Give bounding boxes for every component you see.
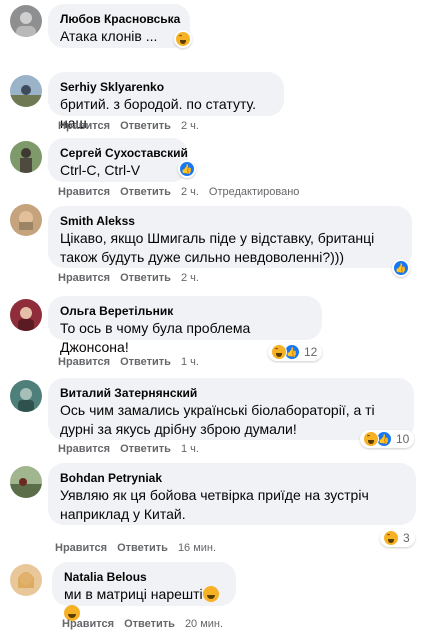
- comment-author[interactable]: Smith Alekss: [60, 213, 400, 229]
- comment-actions: Нравится Ответить 2 ч.: [58, 119, 209, 133]
- like-link[interactable]: Нравится: [58, 355, 110, 369]
- comment-actions: Нравится Ответить 2 ч.: [58, 271, 209, 285]
- comment-bubble: Serhiy Sklyarenko бритий. з бородой. по …: [48, 72, 284, 131]
- timestamp-link[interactable]: 16 мин.: [178, 541, 216, 555]
- haha-reaction-icon: [383, 530, 399, 546]
- reaction-count: 10: [396, 432, 410, 446]
- timestamp-link[interactable]: 1 ч.: [181, 442, 199, 456]
- like-link[interactable]: Нравится: [55, 541, 107, 555]
- avatar[interactable]: [10, 564, 42, 596]
- comment-author[interactable]: Сергей Сухоставский: [60, 145, 188, 161]
- like-link[interactable]: Нравится: [58, 119, 110, 133]
- like-reaction-icon: 👍: [179, 161, 195, 177]
- comment-text: Атака клонів ...: [60, 28, 158, 44]
- comment-author[interactable]: Serhiy Sklyarenko: [60, 79, 272, 95]
- avatar[interactable]: [10, 466, 42, 498]
- haha-reaction-icon: [271, 344, 287, 360]
- comment-bubble: Ольга Веретільник То ось в чому була про…: [48, 296, 322, 355]
- haha-reaction-icon: [363, 431, 379, 447]
- avatar[interactable]: [10, 204, 42, 236]
- comment-text: Уявляю як ця бойова четвірка приїде на з…: [60, 487, 369, 522]
- like-reaction-icon: 👍: [393, 260, 409, 276]
- comment-author[interactable]: Natalia Belous: [64, 569, 224, 585]
- reply-link[interactable]: Ответить: [120, 185, 171, 199]
- edited-label: Отредактировано: [208, 186, 300, 198]
- like-link[interactable]: Нравится: [62, 617, 114, 631]
- comment-actions: Нравится Ответить 2 ч. Отредактировано: [58, 185, 309, 199]
- comment-actions: Нравится Ответить 20 мин.: [62, 617, 233, 631]
- avatar[interactable]: [10, 5, 42, 37]
- reply-link[interactable]: Ответить: [124, 617, 175, 631]
- comment-bubble: Bohdan Petryniak Уявляю як ця бойова чет…: [48, 463, 416, 525]
- reactions-badge[interactable]: [174, 30, 192, 48]
- reply-link[interactable]: Ответить: [117, 541, 168, 555]
- like-link[interactable]: Нравится: [58, 185, 110, 199]
- avatar[interactable]: [10, 299, 42, 331]
- avatar[interactable]: [10, 75, 42, 107]
- comment-actions: Нравится Ответить 1 ч.: [58, 355, 209, 369]
- comment-text: Ctrl-C, Ctrl-V: [60, 162, 141, 178]
- comment-bubble: Виталий Затернянский Ось чим замались ук…: [48, 378, 414, 440]
- comment-actions: Нравится Ответить 16 мин.: [55, 541, 226, 555]
- comment-bubble: Сергей Сухоставский Ctrl-C, Ctrl-V: [48, 138, 188, 182]
- like-link[interactable]: Нравится: [58, 442, 110, 456]
- comment-actions: Нравится Ответить 1 ч.: [58, 442, 209, 456]
- reply-link[interactable]: Ответить: [120, 271, 171, 285]
- avatar[interactable]: [10, 380, 42, 412]
- timestamp-link[interactable]: 2 ч.: [181, 119, 199, 133]
- reactions-badge[interactable]: 👍: [392, 259, 410, 277]
- comment-bubble: Smith Alekss Цікаво, якщо Шмигаль піде у…: [48, 206, 412, 268]
- comment-text-body: ми в матриці нарешті: [64, 586, 203, 602]
- comment-bubble: Natalia Belous ми в матриці нарешті: [52, 562, 236, 621]
- reaction-count: 12: [304, 345, 318, 359]
- reactions-badge[interactable]: 👍: [178, 160, 196, 178]
- reactions-badge[interactable]: 3: [380, 529, 415, 547]
- reply-link[interactable]: Ответить: [120, 355, 171, 369]
- reaction-count: 3: [403, 531, 410, 545]
- comment-author[interactable]: Ольга Веретільник: [60, 303, 310, 319]
- reactions-badge[interactable]: 👍 12: [268, 343, 323, 361]
- comment-text: Ось чим замались українські біолаборатор…: [60, 402, 375, 437]
- comment-author[interactable]: Bohdan Petryniak: [60, 470, 404, 486]
- haha-reaction-icon: [175, 31, 191, 47]
- timestamp-link[interactable]: 20 мин.: [185, 617, 223, 631]
- timestamp-link[interactable]: 2 ч.: [181, 185, 199, 199]
- reply-link[interactable]: Ответить: [120, 119, 171, 133]
- like-link[interactable]: Нравится: [58, 271, 110, 285]
- comment-text: Цікаво, якщо Шмигаль піде у відставку, б…: [60, 230, 375, 265]
- timestamp-link[interactable]: 1 ч.: [181, 355, 199, 369]
- avatar[interactable]: [10, 141, 42, 173]
- laughing-emoji-icon: [202, 586, 219, 602]
- reactions-badge[interactable]: 👍 10: [360, 430, 415, 448]
- reply-link[interactable]: Ответить: [120, 442, 171, 456]
- timestamp-link[interactable]: 2 ч.: [181, 271, 199, 285]
- comment-bubble: Любов Красновська Атака клонів ...: [48, 4, 190, 48]
- comment-author[interactable]: Любов Красновська: [60, 11, 180, 27]
- comment-author[interactable]: Виталий Затернянский: [60, 385, 402, 401]
